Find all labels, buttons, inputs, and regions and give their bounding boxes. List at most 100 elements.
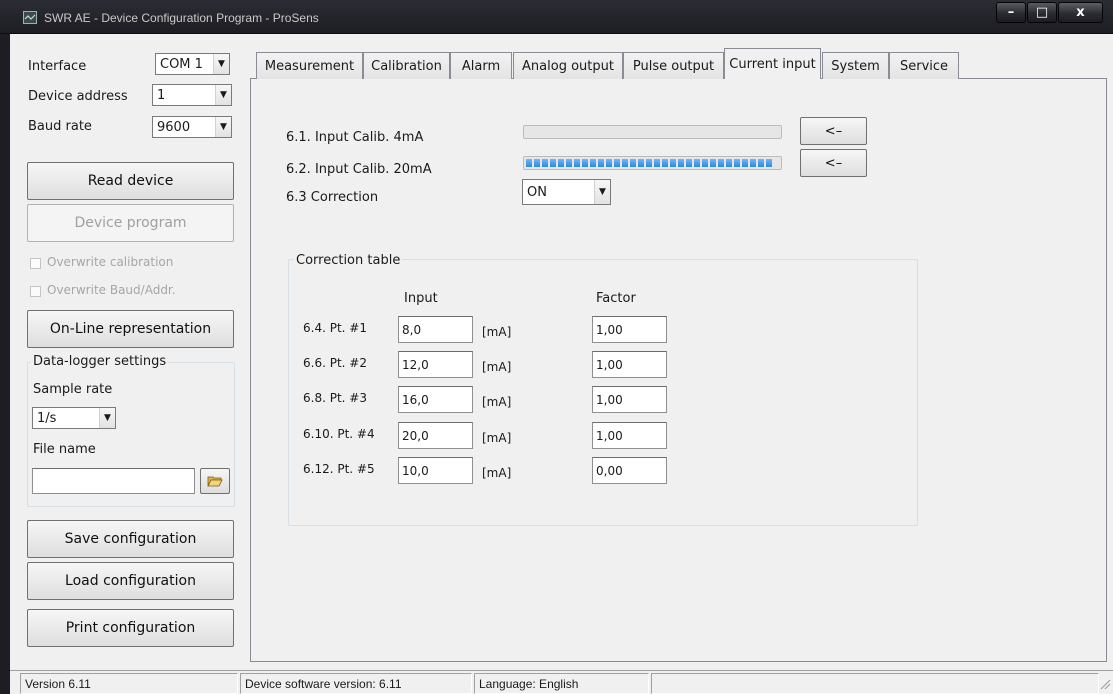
minimize-icon: – [1007,5,1015,20]
folder-open-icon [207,476,223,487]
calib-20ma-progress-fill [526,159,772,167]
status-version: Version 6.11 [20,673,238,694]
close-button[interactable]: x [1058,2,1103,23]
progress-segment [534,159,540,167]
sample-rate-label: Sample rate [33,382,113,397]
table-row-factor-field[interactable]: 1,00 [592,351,667,378]
read-device-button[interactable]: Read device [27,162,234,200]
tab-calibration[interactable]: Calibration [363,52,450,79]
device-address-select[interactable]: 1 ▼ [152,84,232,106]
tab-service[interactable]: Service [889,52,959,79]
table-row-unit: [mA] [482,431,512,445]
progress-segment [662,159,668,167]
progress-segment [622,159,628,167]
correction-value: ON [527,184,547,200]
table-row-label: 6.8. Pt. #3 [303,391,367,405]
chevron-down-icon[interactable]: ▼ [99,408,115,428]
tab-pulse-output[interactable]: Pulse output [623,52,724,79]
table-row-label: 6.10. Pt. #4 [303,427,375,441]
input-column-header: Input [404,291,438,306]
interface-value: COM 1 [160,56,203,72]
load-configuration-button[interactable]: Load configuration [27,562,234,600]
table-row-input-field[interactable]: 8,0 [398,316,473,343]
tab-measurement[interactable]: Measurement [256,52,363,79]
calib-4ma-progress-bar [523,125,782,139]
correction-label: 6.3 Correction [286,190,379,205]
interface-select[interactable]: COM 1 ▼ [155,53,230,75]
browse-folder-button[interactable] [200,468,230,494]
overwrite-baud-label: Overwrite Baud/Addr. [47,283,176,297]
progress-segment [558,159,564,167]
table-row-unit: [mA] [482,360,512,374]
baud-rate-value: 9600 [157,119,191,135]
save-configuration-button[interactable]: Save configuration [27,520,234,558]
file-name-input[interactable] [32,468,195,494]
progress-segment [598,159,604,167]
device-program-button[interactable]: Device program [27,204,234,242]
window-frame-left [0,34,10,694]
table-row-label: 6.4. Pt. #1 [303,321,367,335]
table-row-factor-field[interactable]: 1,00 [592,386,667,413]
progress-segment [550,159,556,167]
overwrite-calibration-label: Overwrite calibration [47,255,174,269]
sample-rate-select[interactable]: 1/s ▼ [32,407,116,429]
tab-system[interactable]: System [822,52,889,79]
tab-current-input[interactable]: Current input [724,48,821,79]
tab-analog-output[interactable]: Analog output [513,52,623,79]
progress-segment [526,159,532,167]
progress-segment [694,159,700,167]
calib-20ma-label: 6.2. Input Calib. 20mA [286,162,432,177]
progress-segment [766,159,772,167]
correction-select[interactable]: ON ▼ [522,179,611,205]
chevron-down-icon[interactable]: ▼ [594,180,610,204]
overwrite-baud-checkbox[interactable] [30,286,41,297]
table-row-label: 6.6. Pt. #2 [303,356,367,370]
progress-segment [638,159,644,167]
apply-4ma-button[interactable]: <– [800,117,867,145]
calib-20ma-progress-bar [523,156,782,170]
progress-segment [590,159,596,167]
table-row-factor-field[interactable]: 0,00 [592,457,667,484]
overwrite-calibration-checkbox[interactable] [30,258,41,269]
progress-segment [718,159,724,167]
print-configuration-button[interactable]: Print configuration [27,609,234,647]
table-row-unit: [mA] [482,395,512,409]
title-bar[interactable]: SWR AE - Device Configuration Program - … [0,0,1113,34]
sample-rate-value: 1/s [37,410,57,426]
resize-grip-icon[interactable] [1099,678,1111,690]
table-row-factor-field[interactable]: 1,00 [592,422,667,449]
progress-segment [566,159,572,167]
window-title: SWR AE - Device Configuration Program - … [44,11,319,25]
progress-segment [686,159,692,167]
table-row-unit: [mA] [482,325,512,339]
maximize-button[interactable]: □ [1027,2,1057,23]
table-row-label: 6.12. Pt. #5 [303,462,375,476]
table-row-input-field[interactable]: 16,0 [398,386,473,413]
chevron-down-icon[interactable]: ▼ [215,85,231,105]
progress-segment [582,159,588,167]
status-device-software: Device software version: 6.11 [240,673,472,694]
progress-segment [710,159,716,167]
chevron-down-icon[interactable]: ▼ [213,54,229,74]
online-representation-button[interactable]: On-Line representation [27,310,234,348]
minimize-button[interactable]: – [996,2,1026,23]
progress-segment [614,159,620,167]
baud-rate-select[interactable]: 9600 ▼ [152,116,232,138]
progress-segment [574,159,580,167]
progress-segment [702,159,708,167]
factor-column-header: Factor [596,291,636,306]
chevron-down-icon[interactable]: ▼ [215,117,231,137]
apply-20ma-button[interactable]: <– [800,149,867,177]
table-row-input-field[interactable]: 10,0 [398,457,473,484]
calib-4ma-label: 6.1. Input Calib. 4mA [286,130,424,145]
progress-segment [734,159,740,167]
tab-alarm[interactable]: Alarm [450,52,512,79]
table-row-factor-field[interactable]: 1,00 [592,316,667,343]
progress-segment [742,159,748,167]
progress-segment [670,159,676,167]
baud-rate-label: Baud rate [28,119,92,134]
datalogger-title: Data-logger settings [31,354,169,369]
progress-segment [646,159,652,167]
table-row-input-field[interactable]: 20,0 [398,422,473,449]
table-row-input-field[interactable]: 12,0 [398,351,473,378]
